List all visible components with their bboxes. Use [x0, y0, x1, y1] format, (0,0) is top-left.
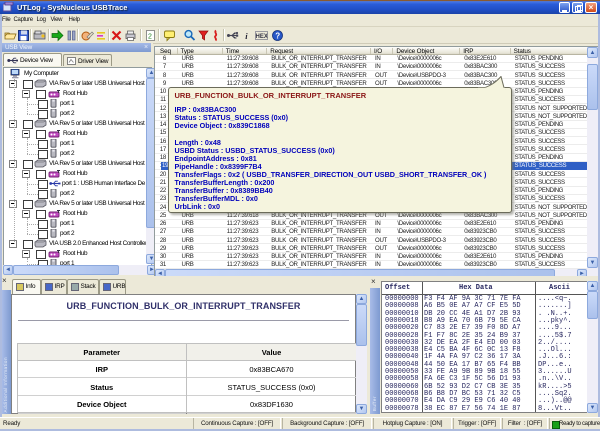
svg-text:?: ? — [275, 32, 280, 41]
svg-text:i: i — [245, 31, 248, 41]
svg-text:HEX: HEX — [256, 34, 268, 40]
svg-text:2: 2 — [148, 34, 152, 41]
